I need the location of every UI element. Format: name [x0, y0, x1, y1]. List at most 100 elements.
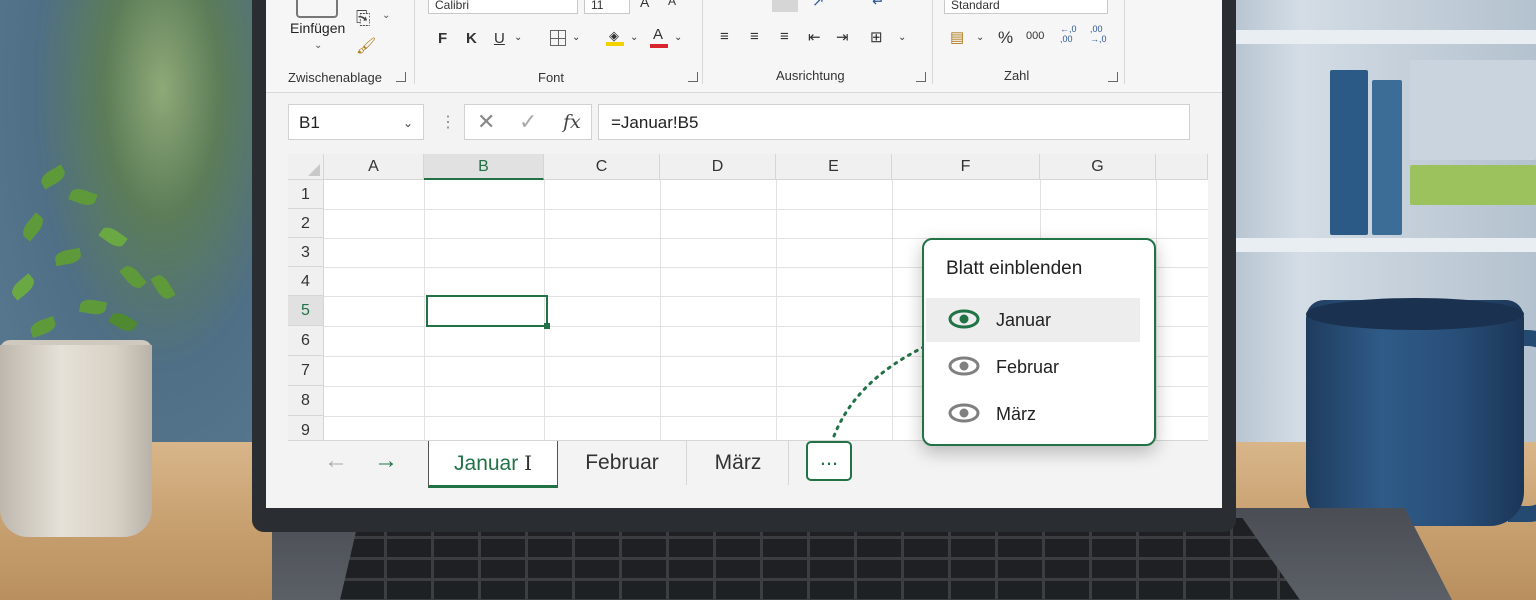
grid-line: [424, 180, 425, 446]
currency-dropdown-icon[interactable]: ⌄: [976, 32, 984, 43]
enter-icon[interactable]: ✓: [519, 109, 537, 135]
wrap-text-icon[interactable]: ↵: [872, 0, 885, 10]
number-format-box[interactable]: Standard: [944, 0, 1108, 14]
decrease-indent-icon[interactable]: ⇤: [808, 28, 821, 46]
shelf-board: [1205, 238, 1536, 252]
mug-opening: [1306, 298, 1524, 330]
name-box[interactable]: B1 ⌄: [288, 104, 424, 140]
column-header-c[interactable]: C: [544, 154, 660, 180]
more-options-icon[interactable]: ⋮: [440, 112, 456, 132]
font-color-icon[interactable]: A: [650, 26, 668, 48]
thousands-separator-button[interactable]: 000: [1026, 30, 1044, 42]
decrease-decimal-button[interactable]: ,00 →,0: [1090, 24, 1107, 44]
column-header-g[interactable]: G: [1040, 154, 1156, 180]
row-header-3[interactable]: 3: [288, 238, 324, 267]
popup-item-label: Januar: [996, 310, 1052, 330]
underline-button[interactable]: U: [494, 30, 505, 47]
sheet-tab-februar[interactable]: Februar: [558, 441, 687, 485]
column-header-a[interactable]: A: [324, 154, 424, 180]
italic-button[interactable]: K: [466, 30, 477, 47]
popup-item-februar[interactable]: Februar: [926, 345, 1140, 389]
column-header-b[interactable]: B: [424, 154, 544, 180]
row-header-7[interactable]: 7: [288, 356, 324, 386]
book: [1410, 60, 1536, 160]
popup-item-januar[interactable]: Januar: [926, 298, 1140, 342]
merge-dropdown-icon[interactable]: ⌄: [898, 32, 906, 43]
eye-icon: [948, 308, 980, 335]
copy-dropdown-icon[interactable]: ⌄: [382, 10, 390, 21]
currency-icon[interactable]: ▤: [950, 28, 964, 46]
font-size-box[interactable]: 11: [584, 0, 630, 14]
font-color-dropdown-icon[interactable]: ⌄: [674, 32, 682, 43]
align-bottom-icon[interactable]: [772, 0, 798, 12]
eye-icon: [948, 355, 980, 382]
ribbon-separator: [414, 0, 415, 84]
copy-icon[interactable]: ⎘: [356, 8, 370, 29]
popup-item-label: Februar: [996, 357, 1060, 377]
align-right-icon[interactable]: ≡: [780, 28, 789, 45]
formula-input[interactable]: =Januar!B5: [598, 104, 1190, 140]
row-header-1[interactable]: 1: [288, 180, 324, 209]
insert-function-button[interactable]: fx: [563, 111, 581, 133]
ribbon-separator: [932, 0, 933, 84]
active-cell[interactable]: [426, 295, 550, 329]
font-name-box[interactable]: Calibri: [428, 0, 578, 14]
paste-button[interactable]: Einfügen: [290, 20, 345, 36]
column-header-e[interactable]: E: [776, 154, 892, 180]
row-header-5[interactable]: 5: [288, 296, 324, 326]
column-header-h[interactable]: [1156, 154, 1208, 180]
row-header-6[interactable]: 6: [288, 326, 324, 356]
sheet-tab-maerz[interactable]: März: [688, 441, 789, 485]
row-header-8[interactable]: 8: [288, 386, 324, 416]
popup-item-label: März: [996, 404, 1036, 424]
more-sheets-button[interactable]: ...: [806, 441, 852, 481]
text-cursor-icon: I: [524, 451, 532, 475]
paste-icon[interactable]: [296, 0, 338, 18]
ribbon-separator: [1124, 0, 1125, 84]
scroll-right-icon[interactable]: →: [374, 447, 398, 475]
grid-line: [660, 180, 661, 446]
number-group-label: Zahl: [1004, 68, 1030, 83]
merge-center-icon[interactable]: ⊞: [870, 28, 883, 46]
orientation-icon[interactable]: ↗: [812, 0, 825, 10]
scroll-left-icon[interactable]: ←: [324, 447, 348, 475]
shelf-board: [1205, 30, 1536, 44]
row-header-2[interactable]: 2: [288, 209, 324, 238]
fill-color-icon[interactable]: ◈: [606, 28, 624, 46]
select-all-button[interactable]: [288, 154, 324, 180]
underline-dropdown-icon[interactable]: ⌄: [514, 32, 522, 43]
row-header-4[interactable]: 4: [288, 267, 324, 296]
font-launcher-icon[interactable]: [688, 72, 698, 82]
increase-decimal-button[interactable]: ←,0 ,00: [1060, 24, 1077, 44]
formula-controls: ✕ ✓ fx: [464, 104, 592, 140]
cancel-icon[interactable]: ✕: [477, 109, 495, 135]
number-launcher-icon[interactable]: [1108, 72, 1118, 82]
clipboard-launcher-icon[interactable]: [396, 72, 406, 82]
unhide-sheet-popup: Blatt einblenden Januar Februar März: [922, 238, 1156, 446]
plant-pot: [0, 345, 152, 537]
bold-button[interactable]: F: [438, 30, 447, 47]
shrink-font-icon[interactable]: A: [668, 0, 676, 8]
percent-button[interactable]: %: [998, 28, 1013, 48]
alignment-launcher-icon[interactable]: [916, 72, 926, 82]
sheet-tab-label: Januar: [454, 452, 519, 475]
align-center-icon[interactable]: ≡: [750, 28, 759, 45]
borders-dropdown-icon[interactable]: ⌄: [572, 32, 580, 43]
book: [1372, 80, 1402, 235]
grow-font-icon[interactable]: A: [640, 0, 649, 10]
fill-dropdown-icon[interactable]: ⌄: [630, 32, 638, 43]
column-header-d[interactable]: D: [660, 154, 776, 180]
paste-dropdown-icon[interactable]: ⌄: [314, 40, 322, 51]
sheet-tab-januar[interactable]: Januar I: [428, 441, 558, 488]
borders-icon[interactable]: [550, 30, 566, 46]
ribbon: Einfügen ⌄ ⎘ ⌄ 🖌 Zwischenablage Calibri …: [266, 0, 1222, 93]
column-header-f[interactable]: F: [892, 154, 1040, 180]
chevron-down-icon[interactable]: ⌄: [403, 105, 413, 141]
ribbon-separator: [702, 0, 703, 84]
font-group-label: Font: [538, 70, 565, 85]
popup-item-maerz[interactable]: März: [926, 392, 1140, 436]
increase-indent-icon[interactable]: ⇥: [836, 28, 849, 46]
align-left-icon[interactable]: ≡: [720, 28, 729, 45]
grid-line: [324, 209, 1208, 210]
format-painter-icon[interactable]: 🖌: [356, 36, 376, 56]
